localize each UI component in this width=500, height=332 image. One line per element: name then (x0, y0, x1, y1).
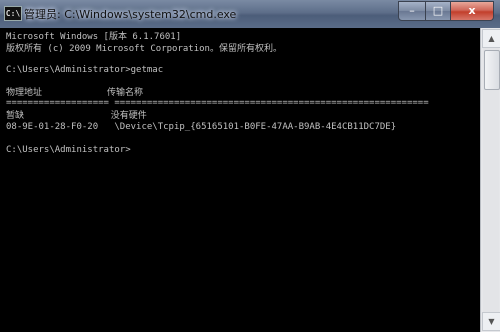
scroll-thumb[interactable] (484, 50, 500, 90)
scroll-up-icon[interactable]: ▲ (482, 29, 500, 48)
scroll-down-icon[interactable]: ▼ (482, 312, 500, 331)
scroll-track[interactable] (483, 48, 500, 312)
console-line: 暂缺 没有硬件 (6, 111, 147, 121)
console-output[interactable]: Microsoft Windows [版本 6.1.7601] 版权所有 (c)… (0, 28, 480, 332)
cmd-window: C:\ 管理员: C:\Windows\system32\cmd.exe – □… (0, 0, 500, 332)
console-line: C:\Users\Administrator> (6, 145, 131, 155)
vertical-scrollbar[interactable]: ▲ ▼ (480, 28, 500, 332)
close-button[interactable]: x (451, 1, 494, 21)
window-title: 管理员: C:\Windows\system32\cmd.exe (24, 8, 237, 21)
console-line: 版权所有 (c) 2009 Microsoft Corporation。保留所有… (6, 44, 282, 54)
cmd-icon: C:\ (4, 6, 22, 21)
console-line: C:\Users\Administrator>getmac (6, 65, 164, 75)
maximize-button[interactable]: □ (426, 1, 451, 21)
console-line: 物理地址 传输名称 (6, 88, 144, 98)
console-line: 08-9E-01-28-F0-20 \Device\Tcpip_{6516510… (6, 122, 397, 132)
title-bar[interactable]: C:\ 管理员: C:\Windows\system32\cmd.exe – □… (0, 0, 500, 29)
minimize-button[interactable]: – (398, 1, 426, 21)
console-line: =================== ====================… (6, 98, 429, 108)
caption-buttons: – □ x (398, 1, 494, 21)
